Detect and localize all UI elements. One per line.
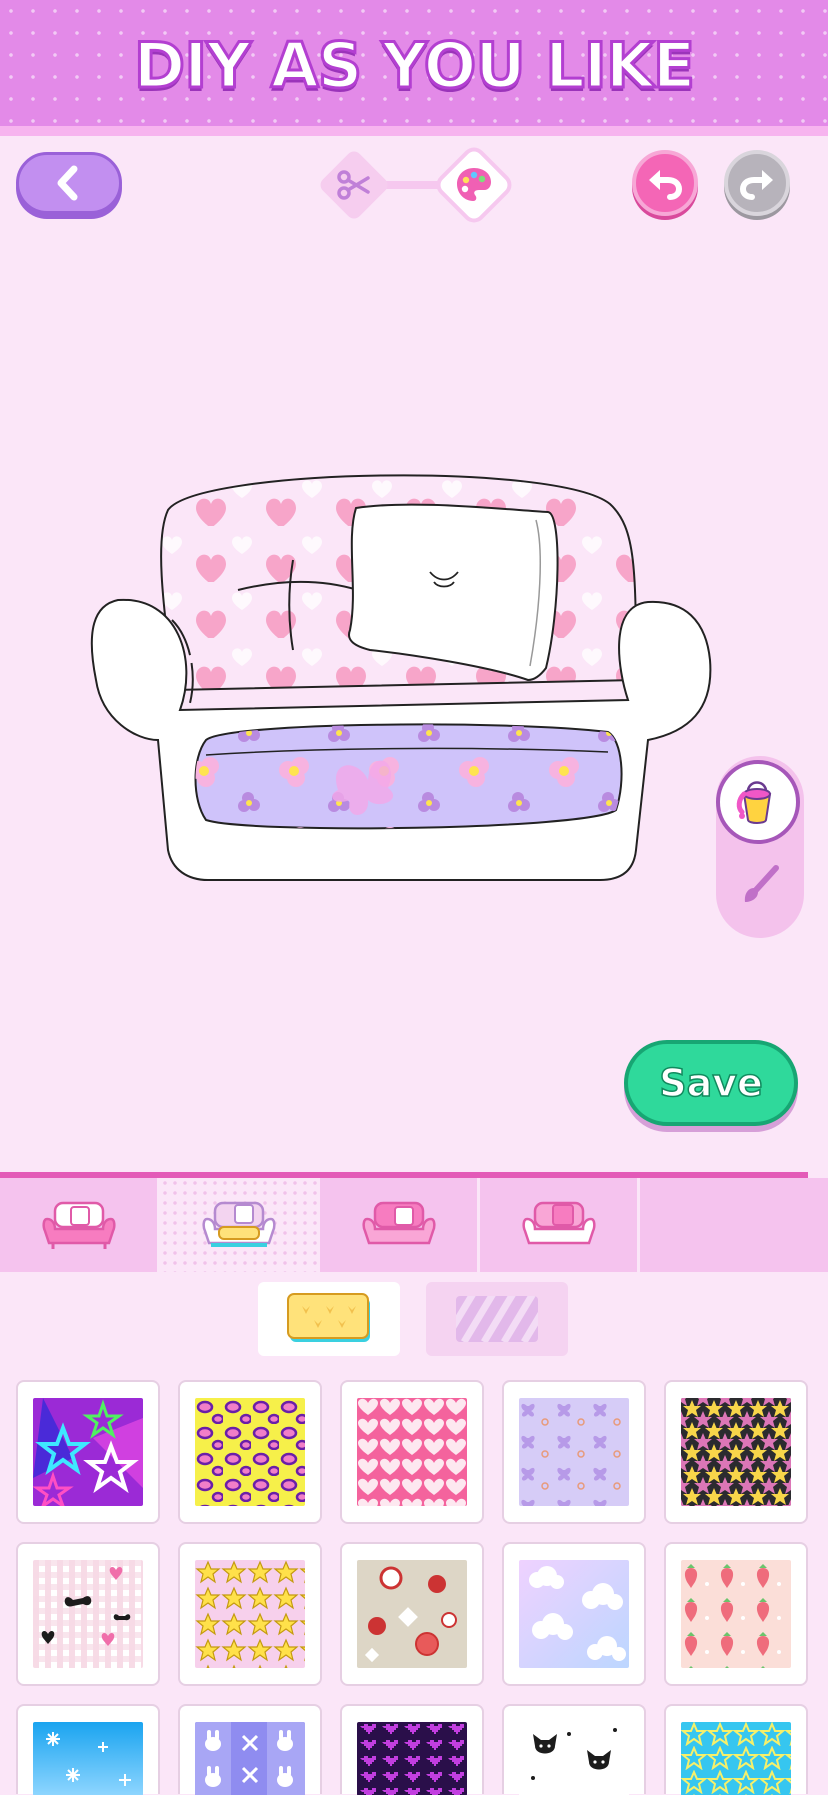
sofa-pillow-icon bbox=[521, 1201, 596, 1245]
step-indicator bbox=[317, 148, 511, 222]
sofa-canvas[interactable] bbox=[88, 470, 718, 950]
purple-bunnies-swatch bbox=[195, 1722, 305, 1795]
palette-icon bbox=[457, 168, 491, 201]
sofa-back-icon bbox=[361, 1201, 436, 1245]
pattern-swatch[interactable] bbox=[178, 1542, 322, 1686]
apples-strawberries-swatch bbox=[357, 1560, 467, 1668]
redo-icon bbox=[739, 170, 773, 200]
pattern-swatch[interactable] bbox=[340, 1542, 484, 1686]
paint-bucket-icon bbox=[736, 781, 772, 824]
undo-icon bbox=[649, 170, 683, 200]
peach-strawberries-swatch bbox=[681, 1560, 791, 1668]
purple-stars-swatch bbox=[33, 1398, 143, 1506]
blue-snowflakes-swatch bbox=[33, 1722, 143, 1795]
brush-tool[interactable] bbox=[730, 856, 790, 916]
pattern-icon bbox=[287, 1293, 370, 1342]
lavender-butterflies-swatch bbox=[519, 1398, 629, 1506]
paint-bucket-tool[interactable] bbox=[716, 760, 800, 844]
pattern-swatch[interactable] bbox=[178, 1704, 322, 1795]
pattern-swatch[interactable] bbox=[502, 1704, 646, 1795]
redo-button[interactable] bbox=[724, 150, 790, 216]
pattern-swatch[interactable] bbox=[664, 1542, 808, 1686]
pattern-swatch[interactable] bbox=[340, 1704, 484, 1795]
scissors-icon bbox=[337, 170, 370, 200]
save-button-label: Save bbox=[658, 1060, 763, 1106]
pattern-swatch[interactable] bbox=[502, 1542, 646, 1686]
pattern-swatch[interactable] bbox=[502, 1380, 646, 1524]
tab-sofa-frame[interactable] bbox=[0, 1178, 160, 1272]
banner-title: DIY AS YOU LIKE bbox=[132, 27, 697, 103]
save-button[interactable]: Save bbox=[624, 1040, 798, 1126]
purple-pixel-hearts-swatch bbox=[357, 1722, 467, 1795]
brush-icon bbox=[744, 865, 779, 902]
black-stars-swatch bbox=[681, 1398, 791, 1506]
pattern-swatch[interactable] bbox=[340, 1380, 484, 1524]
tab-sofa-pillow[interactable] bbox=[480, 1178, 640, 1272]
yellow-leopard-swatch bbox=[195, 1398, 305, 1506]
yellow-stars-pink-swatch bbox=[195, 1560, 305, 1668]
bows-gingham-swatch bbox=[33, 1560, 143, 1668]
chevron-left-icon bbox=[57, 165, 78, 201]
sofa-frame-icon bbox=[41, 1201, 116, 1249]
pattern-swatch[interactable] bbox=[178, 1380, 322, 1524]
teal-stars-swatch bbox=[681, 1722, 791, 1795]
tab-sofa-cushion[interactable] bbox=[160, 1178, 320, 1272]
step-paint[interactable] bbox=[437, 148, 511, 222]
pink-hearts-swatch bbox=[357, 1398, 467, 1506]
pattern-swatch[interactable] bbox=[16, 1704, 160, 1795]
fill-mode-pattern[interactable] bbox=[258, 1282, 400, 1356]
blue-clouds-swatch bbox=[519, 1560, 629, 1668]
pattern-swatch[interactable] bbox=[16, 1542, 160, 1686]
back-button[interactable] bbox=[16, 152, 122, 214]
tab-sofa-back[interactable] bbox=[320, 1178, 480, 1272]
step-cut[interactable] bbox=[317, 148, 391, 222]
pattern-swatch[interactable] bbox=[16, 1380, 160, 1524]
part-tabs bbox=[0, 1178, 828, 1272]
fill-mode-stripes[interactable] bbox=[426, 1282, 568, 1356]
pattern-swatch[interactable] bbox=[664, 1704, 808, 1795]
sofa-cushion-icon bbox=[201, 1201, 276, 1247]
stripes-icon bbox=[456, 1296, 538, 1342]
top-banner: DIY AS YOU LIKE bbox=[0, 0, 828, 136]
white-cats-swatch bbox=[519, 1722, 629, 1795]
undo-button[interactable] bbox=[632, 150, 698, 216]
pattern-swatch[interactable] bbox=[664, 1380, 808, 1524]
